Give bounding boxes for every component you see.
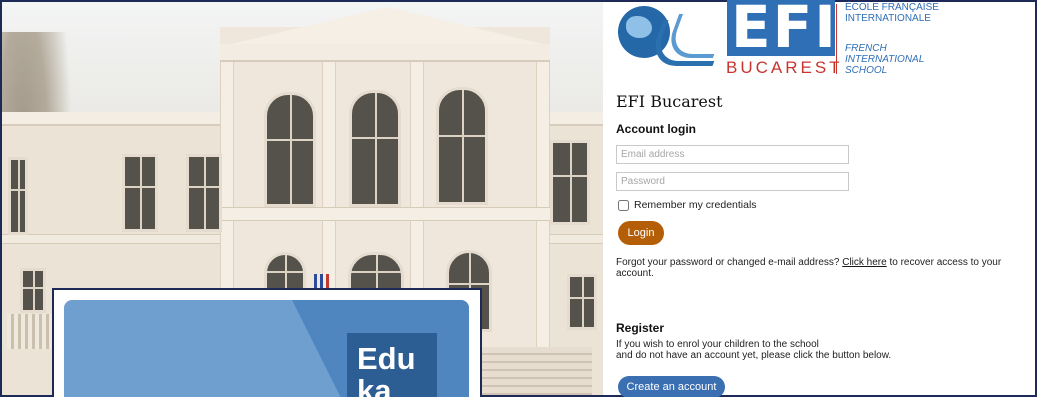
efi-wordmark: EFI bbox=[727, 0, 836, 57]
login-button[interactable]: Login bbox=[618, 221, 664, 245]
create-account-button[interactable]: Create an account bbox=[618, 376, 725, 397]
brand-english-name: FRENCH INTERNATIONAL SCHOOL bbox=[845, 43, 925, 76]
password-field[interactable] bbox=[616, 172, 849, 191]
eduka-banner: Edu ka bbox=[64, 300, 469, 397]
register-description: If you wish to enrol your children to th… bbox=[616, 339, 892, 361]
school-name: EFI Bucarest bbox=[616, 92, 723, 111]
brand-city: BUCAREST bbox=[726, 58, 843, 77]
eduka-card: Edu ka bbox=[52, 288, 482, 397]
remember-credentials[interactable]: Remember my credentials bbox=[618, 199, 757, 211]
forgot-password-text: Forgot your password or changed e-mail a… bbox=[616, 257, 1002, 279]
login-heading: Account login bbox=[616, 122, 696, 136]
eduka-logo: Edu ka bbox=[347, 333, 437, 397]
brand-french-name: ÉCOLE FRANÇAISE INTERNATIONALE bbox=[845, 2, 939, 24]
email-field[interactable] bbox=[616, 145, 849, 164]
remember-checkbox[interactable] bbox=[618, 199, 629, 211]
recover-access-link[interactable]: Click here bbox=[842, 257, 886, 268]
remember-label: Remember my credentials bbox=[634, 199, 757, 211]
efi-logo: EFI BUCAREST ÉCOLE FRANÇAISE INTERNATION… bbox=[615, 0, 945, 78]
register-heading: Register bbox=[616, 321, 665, 335]
